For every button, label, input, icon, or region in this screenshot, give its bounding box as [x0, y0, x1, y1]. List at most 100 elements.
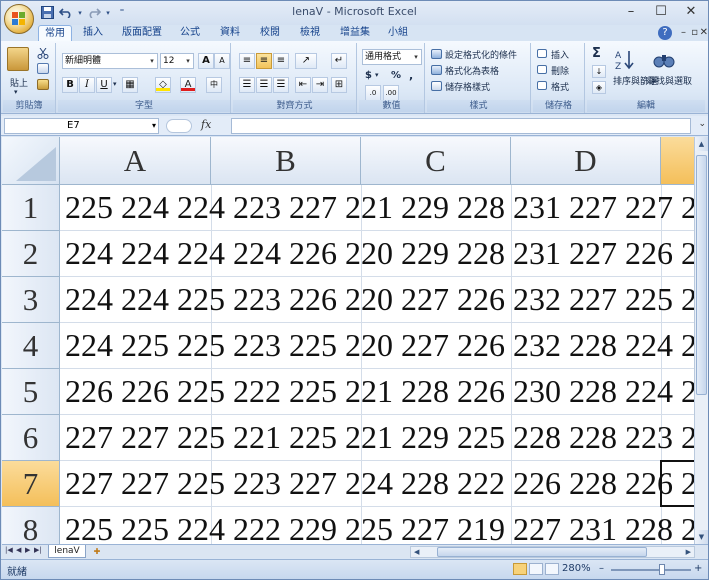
- currency-button[interactable]: $: [365, 70, 372, 81]
- office-button[interactable]: [4, 4, 34, 34]
- decrease-decimal-icon[interactable]: .00: [383, 85, 399, 101]
- first-sheet-icon[interactable]: |◀: [5, 546, 13, 554]
- vertical-scrollbar[interactable]: ▲ ▼: [694, 137, 708, 544]
- row-header-5[interactable]: 5: [2, 369, 60, 415]
- zoom-in-icon[interactable]: +: [694, 563, 702, 574]
- help-icon[interactable]: ?: [658, 26, 672, 40]
- page-break-view-icon[interactable]: [545, 563, 559, 575]
- tab-insert[interactable]: 插入: [77, 25, 109, 41]
- column-header-A[interactable]: A: [60, 137, 211, 185]
- horizontal-scrollbar[interactable]: ◀ ▶: [410, 546, 695, 558]
- tab-home[interactable]: 常用: [38, 25, 72, 41]
- row-header-7[interactable]: 7: [2, 461, 60, 507]
- delete-button[interactable]: 刪除: [551, 64, 569, 77]
- align-right-icon[interactable]: ☰: [273, 77, 289, 93]
- row-header-8[interactable]: 8: [2, 507, 60, 544]
- format-button[interactable]: 格式: [551, 80, 569, 93]
- align-bottom-icon[interactable]: ≡: [273, 53, 289, 69]
- row-values-8[interactable]: 225 225 224 222 229 225 227 219 227 231 …: [65, 511, 694, 544]
- cut-icon[interactable]: [37, 47, 49, 59]
- page-layout-view-icon[interactable]: [529, 563, 543, 575]
- row-values-5[interactable]: 226 226 225 222 225 221 228 226 230 228 …: [65, 373, 694, 410]
- formula-input[interactable]: [231, 118, 691, 134]
- zoom-out-icon[interactable]: –: [599, 563, 604, 574]
- close-icon[interactable]: ✕: [676, 1, 706, 23]
- row-values-3[interactable]: 224 224 225 223 226 220 227 226 232 227 …: [65, 281, 694, 318]
- row-values-1[interactable]: 225 224 224 223 227 221 229 228 231 227 …: [65, 189, 694, 226]
- maximize-icon[interactable]: ☐: [646, 1, 676, 23]
- comma-button[interactable]: ,: [409, 69, 413, 82]
- tab-addins[interactable]: 增益集: [333, 25, 377, 41]
- find-select-icon[interactable]: [653, 49, 675, 71]
- name-box[interactable]: E7 ▾: [4, 118, 159, 134]
- row-header-1[interactable]: 1: [2, 185, 60, 231]
- merge-center-icon[interactable]: ⊞: [331, 77, 347, 93]
- shrink-font-icon[interactable]: A: [214, 53, 230, 69]
- font-size-combo[interactable]: 12 ▾: [160, 53, 194, 69]
- worksheet-grid[interactable]: A B C D 1 2 3 4 5 6 7 8 225 224 224 223 …: [2, 137, 694, 544]
- percent-button[interactable]: %: [391, 70, 401, 81]
- ribbon-close-icon[interactable]: ✕: [700, 27, 708, 38]
- sheet-tab-lenaV[interactable]: lenaV: [48, 545, 86, 558]
- customize-icon[interactable]: ⁼: [114, 6, 130, 21]
- paste-icon[interactable]: [7, 47, 29, 71]
- row-header-3[interactable]: 3: [2, 277, 60, 323]
- paste-label[interactable]: 貼上: [10, 76, 28, 89]
- undo-dropdown-icon[interactable]: ▾: [77, 6, 83, 21]
- font-color-icon[interactable]: A: [180, 77, 196, 93]
- increase-indent-icon[interactable]: ⇥: [312, 77, 328, 93]
- prev-sheet-icon[interactable]: ◀: [16, 546, 21, 554]
- scroll-up-icon[interactable]: ▲: [695, 137, 708, 151]
- borders-icon[interactable]: ▦: [122, 77, 138, 93]
- paste-dropdown-icon[interactable]: ▾: [14, 88, 18, 96]
- tab-formulas[interactable]: 公式: [174, 25, 206, 41]
- zoom-level[interactable]: 280%: [562, 563, 591, 574]
- row-values-4[interactable]: 224 225 225 223 225 220 227 226 232 228 …: [65, 327, 694, 364]
- next-sheet-icon[interactable]: ▶: [25, 546, 30, 554]
- insert-sheet-icon[interactable]: ✚: [90, 546, 104, 557]
- tab-data[interactable]: 資料: [214, 25, 246, 41]
- scroll-left-icon[interactable]: ◀: [414, 547, 419, 557]
- zoom-slider[interactable]: [611, 569, 691, 571]
- row-header-4[interactable]: 4: [2, 323, 60, 369]
- scroll-right-icon[interactable]: ▶: [686, 547, 691, 557]
- row-header-6[interactable]: 6: [2, 415, 60, 461]
- normal-view-icon[interactable]: [513, 563, 527, 575]
- align-center-icon[interactable]: ☰: [256, 77, 272, 93]
- format-painter-icon[interactable]: [37, 79, 49, 90]
- column-header-D[interactable]: D: [511, 137, 661, 185]
- align-middle-icon[interactable]: ≡: [256, 53, 272, 69]
- expand-formula-icon[interactable]: ⌄: [698, 119, 706, 129]
- insert-function-button[interactable]: fx: [201, 118, 211, 131]
- underline-dropdown-icon[interactable]: ▾: [113, 80, 117, 88]
- underline-icon[interactable]: U: [96, 77, 112, 93]
- tab-view[interactable]: 檢視: [293, 25, 327, 41]
- copy-icon[interactable]: [37, 63, 49, 74]
- zoom-slider-handle[interactable]: [659, 564, 665, 575]
- column-header-B[interactable]: B: [211, 137, 361, 185]
- tab-review[interactable]: 校閱: [253, 25, 287, 41]
- select-all-button[interactable]: [2, 137, 60, 185]
- conditional-format-button[interactable]: 設定格式化的條件: [445, 48, 517, 61]
- minimize-icon[interactable]: –: [616, 1, 646, 23]
- row-header-2[interactable]: 2: [2, 231, 60, 277]
- column-header-C[interactable]: C: [361, 137, 511, 185]
- redo-icon[interactable]: [86, 6, 102, 21]
- tab-team[interactable]: 小組: [381, 25, 415, 41]
- scroll-down-icon[interactable]: ▼: [695, 530, 708, 544]
- row-values-2[interactable]: 224 224 224 224 226 220 229 228 231 227 …: [65, 235, 694, 272]
- find-select-button[interactable]: 尋找與選取: [647, 74, 692, 87]
- align-top-icon[interactable]: ≡: [239, 53, 255, 69]
- insert-button[interactable]: 插入: [551, 48, 569, 61]
- redo-dropdown-icon[interactable]: ▾: [105, 6, 111, 21]
- grow-font-icon[interactable]: A: [198, 53, 214, 69]
- increase-decimal-icon[interactable]: .0: [365, 85, 381, 101]
- orientation-icon[interactable]: ↗: [295, 53, 317, 69]
- sort-filter-icon[interactable]: AZ: [615, 49, 637, 72]
- wrap-text-icon[interactable]: ↵: [331, 53, 347, 69]
- font-name-combo[interactable]: 新細明體 ▾: [62, 53, 158, 69]
- clear-icon[interactable]: ◈: [592, 81, 606, 94]
- tab-page-layout[interactable]: 版面配置: [114, 25, 170, 41]
- last-sheet-icon[interactable]: ▶|: [34, 546, 42, 554]
- currency-dropdown-icon[interactable]: ▾: [375, 71, 379, 79]
